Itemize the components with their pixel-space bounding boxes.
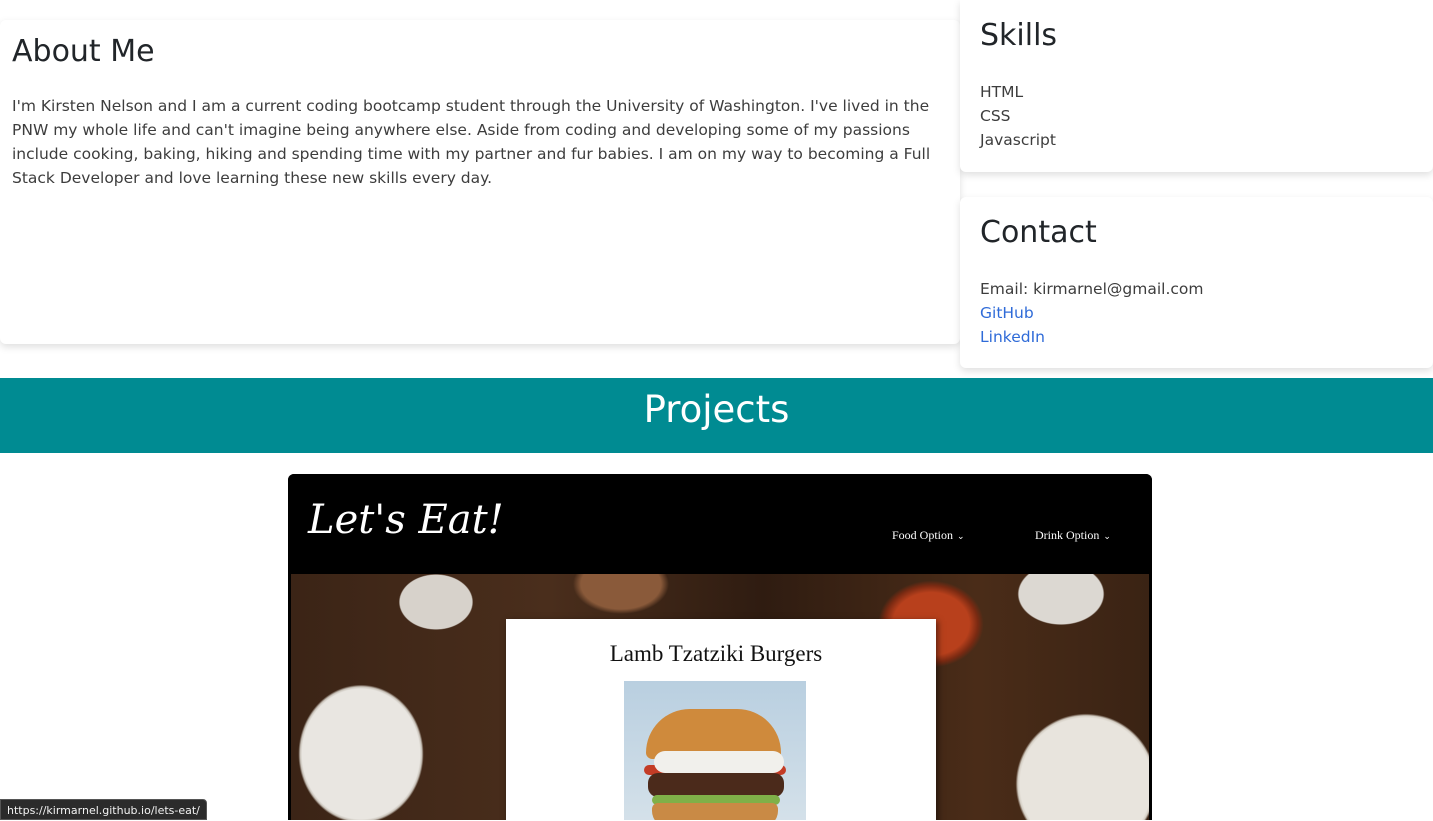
skills-heading: Skills [980, 18, 1058, 53]
lets-eat-project-screenshot-link[interactable]: Let's Eat! Food Option ⌄ Drink Option ⌄ La… [288, 474, 1152, 820]
chevron-down-icon: ⌄ [957, 531, 965, 541]
linkedin-link[interactable]: LinkedIn [980, 328, 1045, 346]
chevron-down-icon: ⌄ [1103, 531, 1111, 541]
skill-item-html: HTML [980, 83, 1024, 101]
drink-option-label: Drink Option [1035, 528, 1100, 542]
contact-list: Email: kirmarnel@gmail.com GitHub Linked… [980, 277, 1413, 349]
github-link[interactable]: GitHub [980, 304, 1034, 322]
burger-image [624, 681, 806, 820]
food-option-menu: Food Option ⌄ [892, 526, 965, 545]
about-me-heading: About Me [12, 34, 155, 69]
about-me-text: I'm Kirsten Nelson and I am a current co… [12, 97, 931, 187]
skill-item-css: CSS [980, 107, 1011, 125]
recipe-card: Lamb Tzatziki Burgers [506, 619, 936, 820]
drink-option-menu: Drink Option ⌄ [1035, 526, 1111, 545]
skills-list: HTML CSS Javascript [980, 80, 1413, 152]
contact-heading: Contact [980, 215, 1097, 250]
contact-card: Contact Email: kirmarnel@gmail.com GitHu… [960, 197, 1433, 368]
about-me-card: About Me I'm Kirsten Nelson and I am a c… [0, 20, 960, 344]
status-bar-url: https://kirmarnel.github.io/lets-eat/ [0, 799, 207, 820]
food-option-label: Food Option [892, 528, 954, 542]
contact-email: Email: kirmarnel@gmail.com [980, 280, 1204, 298]
recipe-title: Lamb Tzatziki Burgers [609, 641, 823, 666]
food-table-photo: Lamb Tzatziki Burgers [291, 574, 1149, 820]
lets-eat-logo: Let's Eat! [308, 497, 504, 543]
skill-item-javascript: Javascript [980, 131, 1056, 149]
skills-card: Skills HTML CSS Javascript [960, 0, 1433, 172]
projects-heading: Projects [0, 378, 1433, 453]
project-header: Let's Eat! Food Option ⌄ Drink Option ⌄ [288, 474, 1152, 574]
